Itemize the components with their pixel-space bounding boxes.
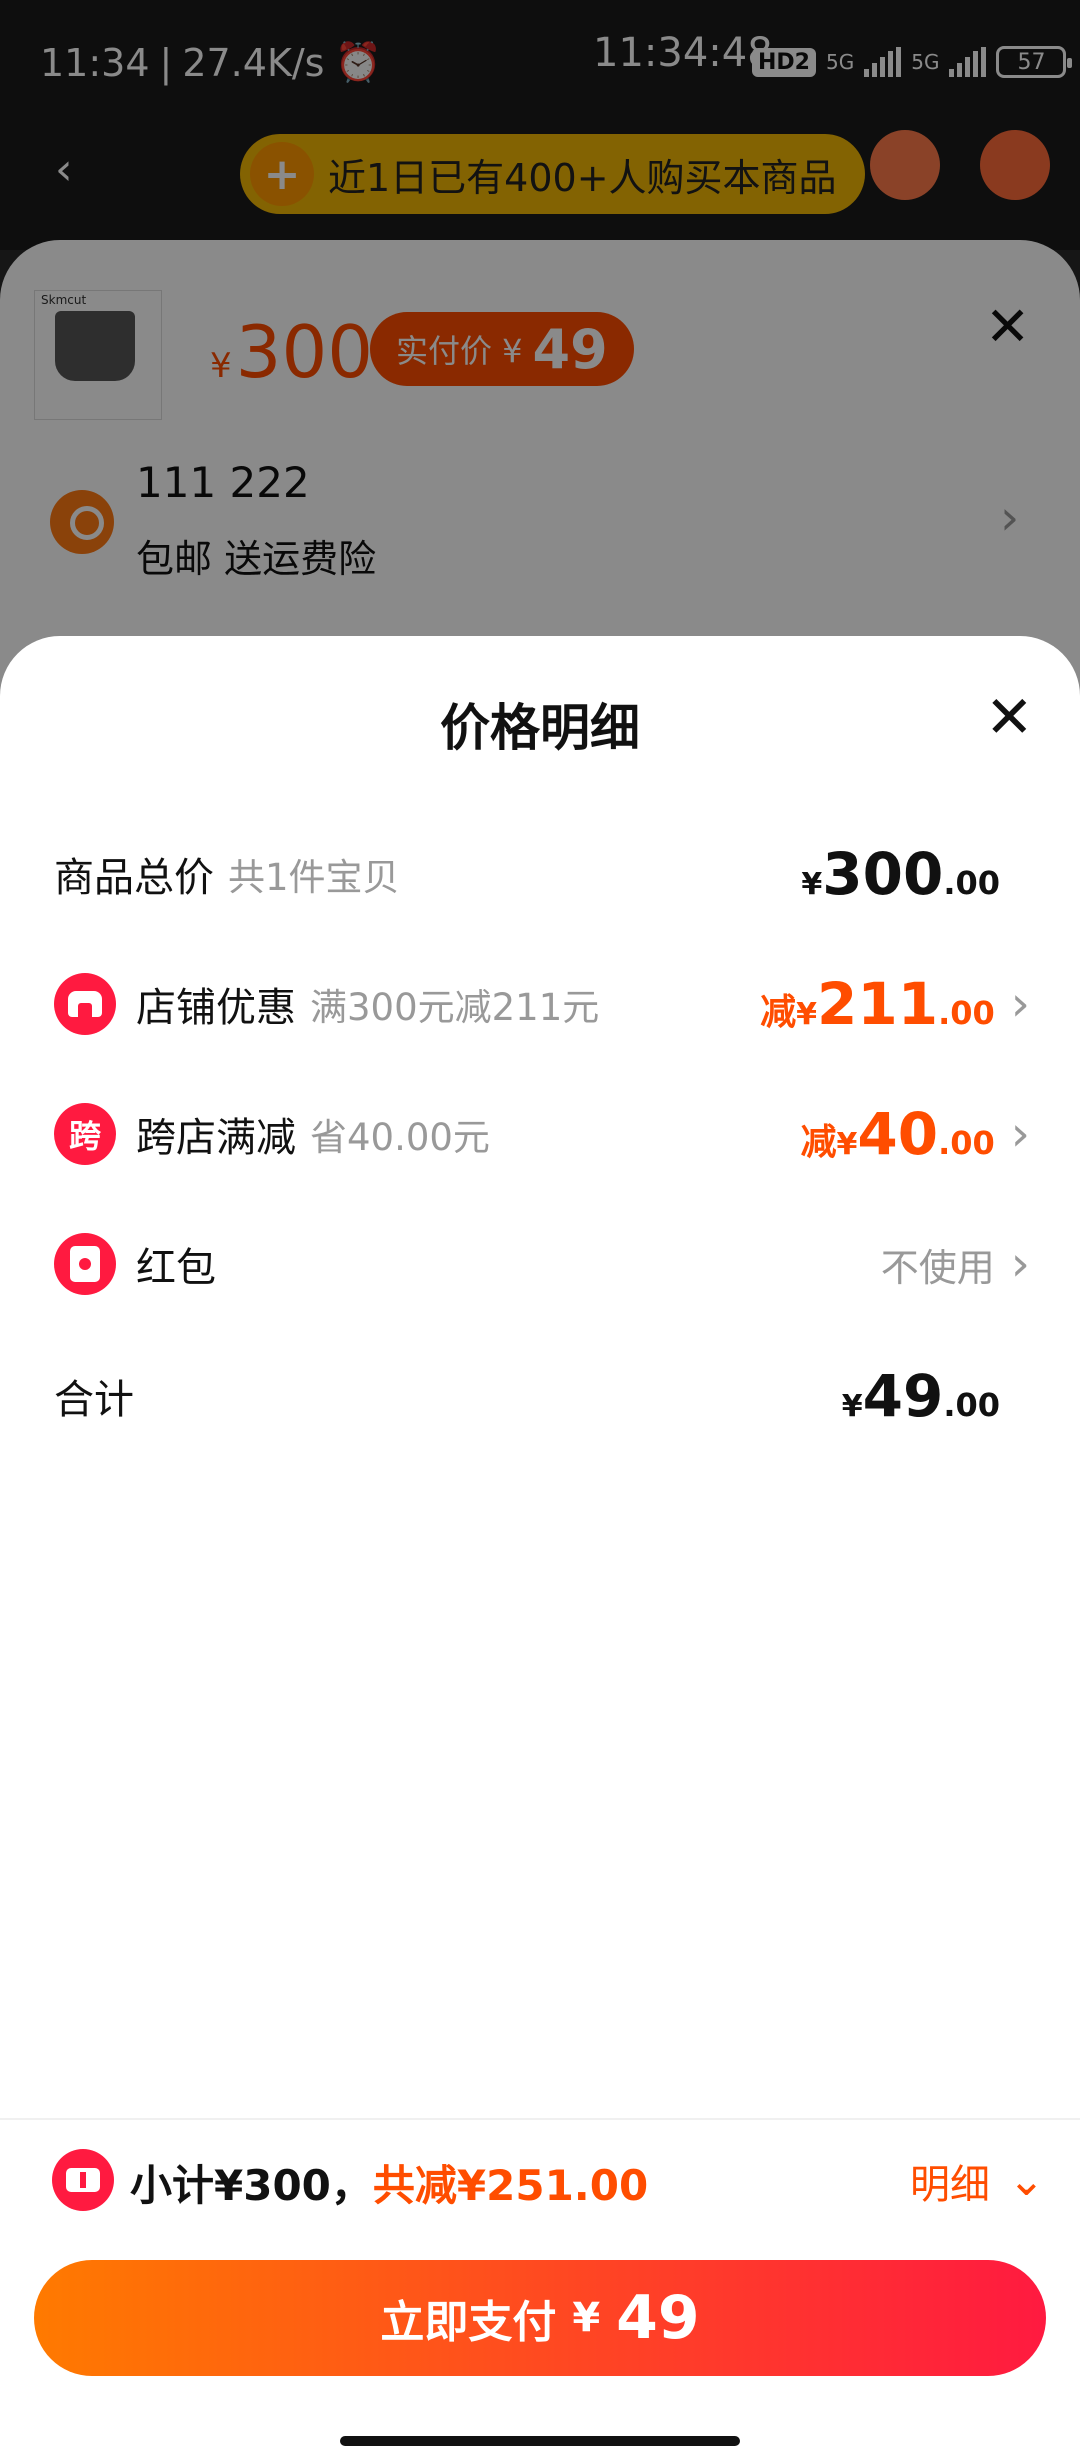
location-pin-icon [50, 490, 114, 554]
close-icon[interactable]: ✕ [985, 688, 1034, 746]
signal-icon-2 [949, 47, 987, 77]
product-price: ¥ 300 [210, 310, 374, 394]
pay-now-button[interactable]: 立即支付 ¥ 49 [34, 2260, 1046, 2376]
product-thumbnail[interactable]: Skmcut [34, 290, 162, 420]
row-goods-total: 商品总价 共1件宝贝 ¥ 300 .00 [54, 840, 1000, 908]
sum-amount: ¥ 49 .00 [841, 1362, 1000, 1430]
alarm-clock-icon: ⏰ [334, 40, 382, 84]
cross-store-amount: 减 ¥ 40 .00 [800, 1100, 995, 1168]
row-red-packet[interactable]: 红包 不使用 › [54, 1224, 1030, 1304]
shipping-info: 包邮 送运费险 [136, 537, 377, 581]
chevron-right-icon: › [1010, 976, 1030, 1032]
network-label: 5G [825, 50, 855, 74]
back-icon[interactable]: ‹ [55, 144, 99, 195]
promo-text: 近1日已有400+人购买本商品 [328, 155, 837, 200]
chevron-right-icon: › [1010, 1106, 1030, 1162]
divider [0, 2118, 1080, 2120]
promo-banner: + 近1日已有400+人购买本商品 [240, 134, 865, 214]
chevron-right-icon: › [1010, 1236, 1030, 1292]
close-icon[interactable]: ✕ [985, 295, 1030, 358]
cart-icon[interactable] [870, 130, 940, 200]
more-icon[interactable] [980, 130, 1050, 200]
paid-price-badge: 实付价 ¥ 49 [370, 312, 634, 386]
hd-badge: HD2 [752, 47, 816, 77]
row-sum: 合计 ¥ 49 .00 [54, 1362, 1000, 1430]
home-indicator[interactable] [340, 2436, 740, 2446]
net-speed: 27.4K/s [182, 40, 325, 85]
address-name[interactable]: 111 222 [136, 458, 310, 507]
cross-store-icon: 跨 [54, 1103, 116, 1165]
nav-bar: ‹ + 近1日已有400+人购买本商品 [0, 130, 1080, 240]
signal-icon [864, 47, 902, 77]
status-time: 11:34 [40, 40, 150, 85]
goods-total-amount: ¥ 300 .00 [801, 840, 1000, 908]
coupon-icon [52, 2149, 114, 2211]
network-label-2: 5G [911, 50, 940, 74]
shop-icon [54, 973, 116, 1035]
row-shop-discount[interactable]: 店铺优惠 满300元减211元 减 ¥ 211 .00 › [54, 964, 1030, 1044]
row-cross-store-discount[interactable]: 跨 跨店满减 省40.00元 减 ¥ 40 .00 › [54, 1094, 1030, 1174]
red-packet-value: 不使用 [880, 1245, 995, 1290]
status-bar: 11:34 | 27.4K/s ⏰ 11:34:48 HD2 5G 5G 57 [0, 0, 1080, 130]
battery-icon: 57 [996, 46, 1073, 78]
sheet-title: 价格明细 [440, 699, 640, 757]
chevron-down-icon: ⌄ [1008, 2155, 1045, 2206]
red-packet-icon [54, 1233, 116, 1295]
detail-toggle-button[interactable]: 明细 ⌄ [910, 2152, 1045, 2210]
shirt-icon [55, 311, 135, 381]
shop-discount-amount: 减 ¥ 211 .00 [760, 970, 995, 1038]
status-clock: 11:34:48 [593, 30, 773, 76]
subtotal-summary: 小计¥300， 共减¥251.00 [130, 2161, 649, 2210]
shopping-bag-icon: + [250, 142, 314, 206]
chevron-right-icon[interactable]: › [1000, 490, 1019, 546]
